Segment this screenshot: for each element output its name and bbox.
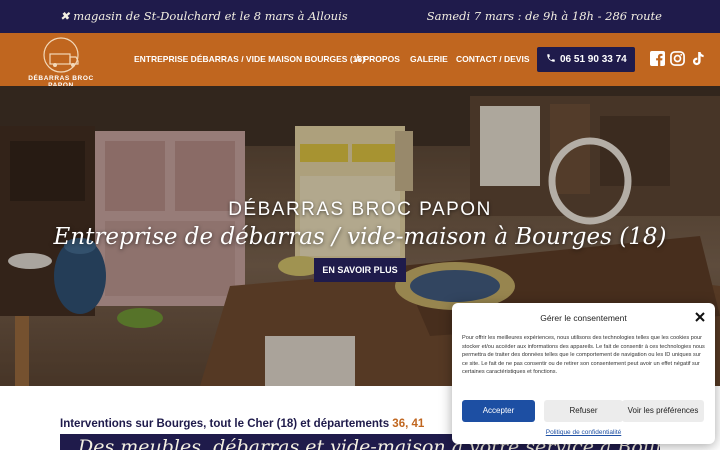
- hero-subtitle: Entreprise de débarras / vide-maison à B…: [53, 224, 667, 250]
- announcement-bar: ✖ magasin de St-Doulchard et le 8 mars à…: [0, 0, 720, 33]
- phone-number: 06 51 90 33 74: [560, 54, 627, 65]
- nav-item-contact[interactable]: CONTACT / DEVIS: [456, 54, 530, 64]
- intro-highlight: 36, 41: [392, 418, 425, 430]
- accept-button[interactable]: Accepter: [462, 400, 535, 422]
- site-logo[interactable]: DÉBARRAS BROC PAPON: [16, 36, 106, 89]
- close-icon[interactable]: [695, 312, 705, 322]
- logo-emblem-icon: [43, 37, 79, 73]
- announcement-left: ✖ magasin de St-Doulchard et le 8 mars à…: [60, 9, 348, 23]
- instagram-icon[interactable]: [670, 51, 685, 66]
- learn-more-button[interactable]: EN SAVOIR PLUS: [314, 258, 406, 282]
- phone-icon: [547, 54, 555, 62]
- facebook-icon[interactable]: [650, 51, 665, 66]
- phone-button[interactable]: 06 51 90 33 74: [537, 47, 635, 72]
- consent-title: Gérer le consentement: [540, 313, 627, 323]
- privacy-policy-link[interactable]: Politique de confidentialité: [452, 429, 715, 436]
- consent-body: Pour offrir les meilleures expériences, …: [462, 335, 705, 376]
- nav-item-entreprise[interactable]: ENTREPRISE DÉBARRAS / VIDE MAISON BOURGE…: [134, 54, 365, 64]
- nav-item-a-propos[interactable]: À PROPOS: [355, 54, 400, 64]
- refuse-button[interactable]: Refuser: [544, 400, 623, 422]
- tiktok-icon[interactable]: [690, 51, 705, 66]
- cookie-consent-dialog: Gérer le consentement Pour offrir les me…: [452, 303, 715, 444]
- intro-main: Interventions sur Bourges, tout le Cher …: [60, 418, 393, 430]
- nav-item-galerie[interactable]: GALERIE: [410, 54, 448, 64]
- preferences-button[interactable]: Voir les préférences: [622, 400, 704, 422]
- announcement-right: Samedi 7 mars : de 9h à 18h - 286 route: [426, 9, 662, 23]
- main-navbar: DÉBARRAS BROC PAPON ENTREPRISE DÉBARRAS …: [0, 33, 720, 89]
- intro-text: Interventions sur Bourges, tout le Cher …: [60, 418, 424, 430]
- hero-title: DÉBARRAS BROC PAPON: [228, 199, 492, 220]
